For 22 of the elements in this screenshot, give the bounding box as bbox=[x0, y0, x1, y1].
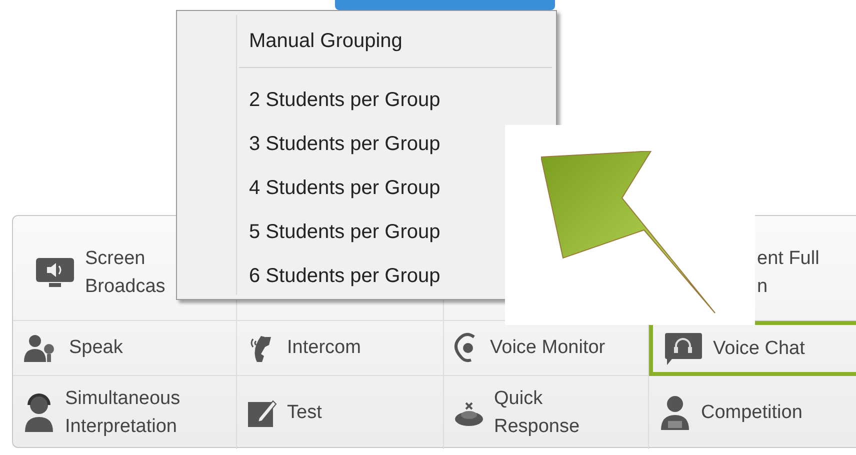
tool-label[interactable]: Speak bbox=[69, 334, 123, 362]
person-headset-icon bbox=[23, 392, 55, 432]
tool-label[interactable]: ent Full n bbox=[757, 245, 820, 301]
menu-item[interactable]: 4 Students per Group bbox=[237, 166, 452, 210]
tool-label[interactable]: Test bbox=[287, 398, 322, 426]
menu-item[interactable]: Manual Grouping bbox=[237, 15, 556, 67]
pencil-pad-icon bbox=[247, 398, 277, 428]
monitor-speaker-icon bbox=[35, 257, 75, 289]
tool-label[interactable]: Competition bbox=[701, 398, 802, 426]
chat-headphones-icon bbox=[663, 332, 703, 366]
tool-label[interactable]: Voice Monitor bbox=[490, 334, 606, 362]
menu-item[interactable]: 6 Students per Group bbox=[237, 254, 452, 298]
tool-label[interactable]: Screen Broadcas bbox=[85, 245, 166, 301]
tool-label[interactable]: Intercom bbox=[287, 334, 361, 362]
arrow-icon bbox=[541, 151, 716, 314]
menu-item[interactable]: 5 Students per Group bbox=[237, 210, 452, 254]
tool-label[interactable]: Simultaneous Interpretation bbox=[65, 384, 180, 440]
menu-item[interactable]: 2 Students per Group bbox=[237, 78, 452, 122]
menu-item[interactable]: 3 Students per Group bbox=[237, 122, 452, 166]
person-badge-icon bbox=[659, 394, 691, 430]
tool-label[interactable]: Quick Response bbox=[494, 384, 580, 440]
tool-label[interactable]: Voice Chat bbox=[713, 334, 805, 362]
